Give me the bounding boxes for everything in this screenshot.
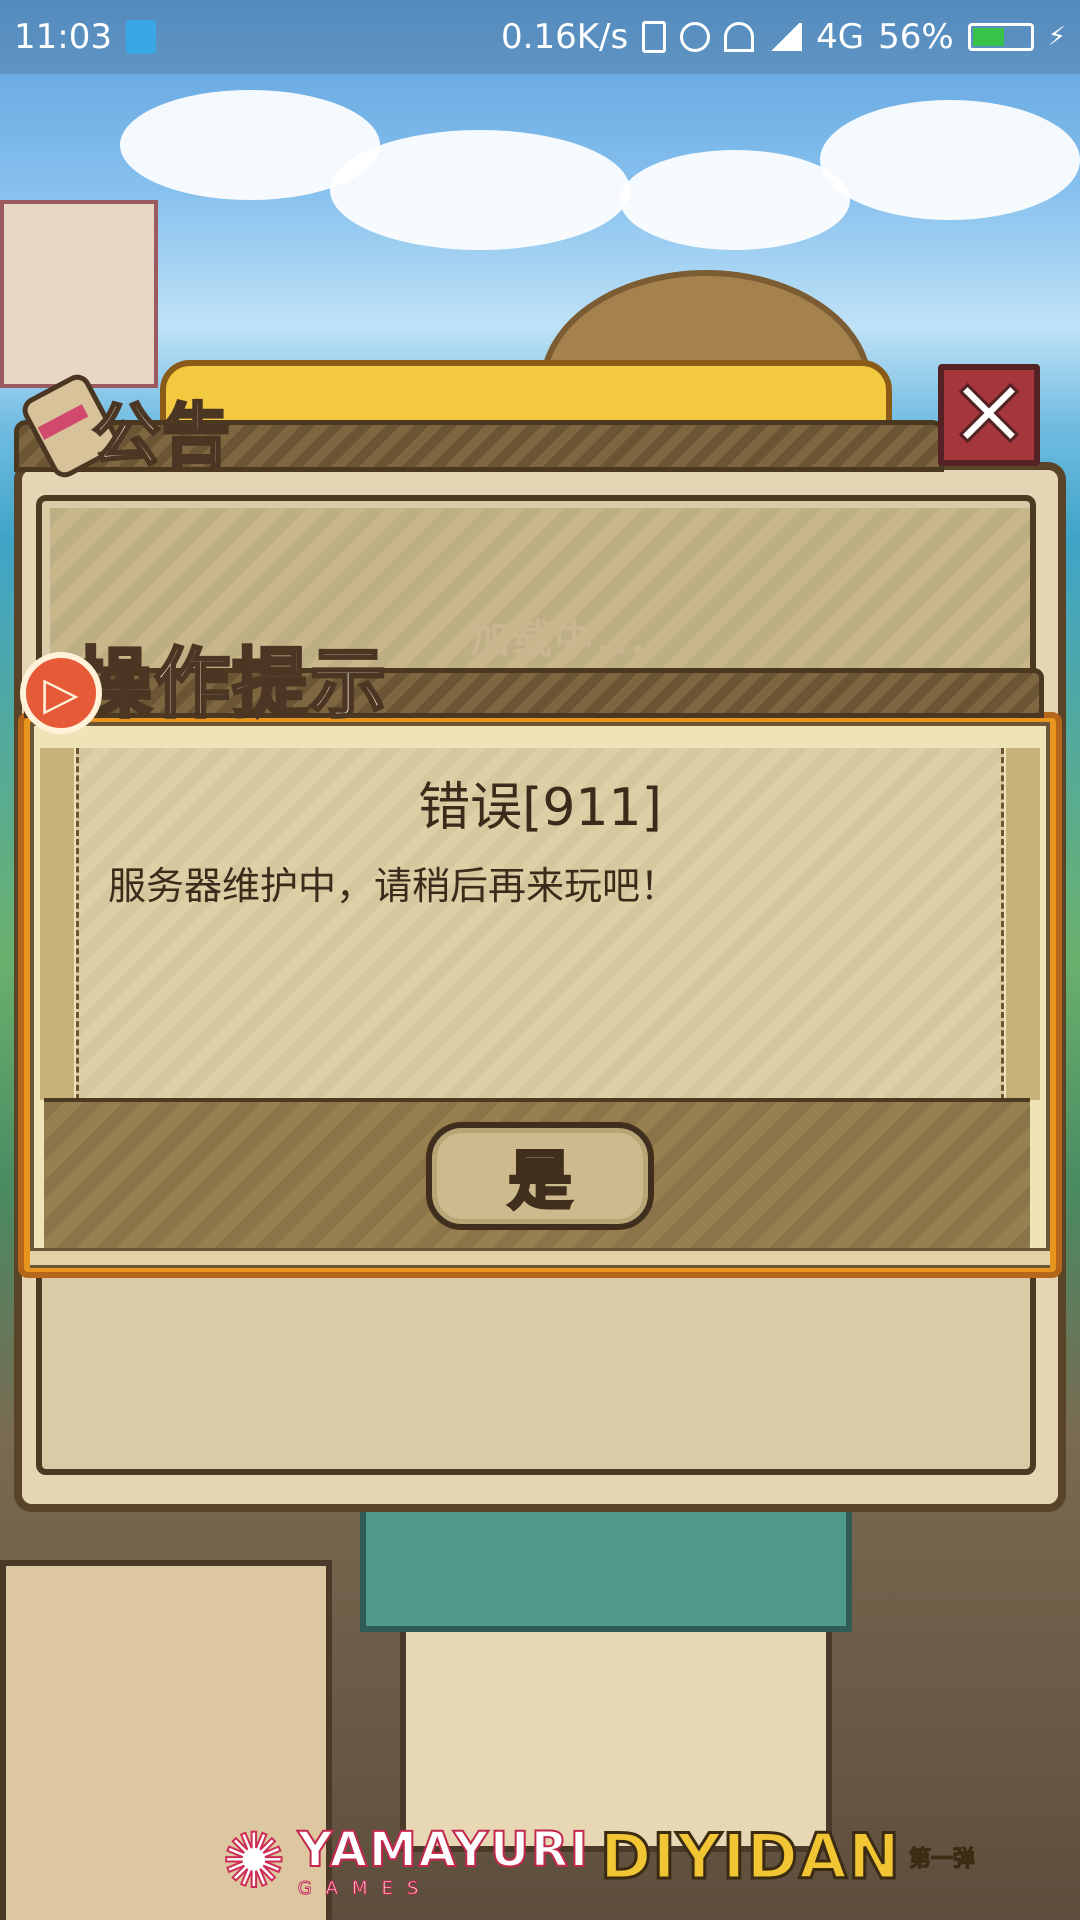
arrow-icon: ▷ xyxy=(43,666,79,720)
announcement-title: 公告 xyxy=(90,395,233,478)
charging-icon: ⚡ xyxy=(1047,22,1066,52)
battery-percent: 56% xyxy=(878,17,954,57)
battery-saver-icon xyxy=(125,20,156,54)
network-type: 4G xyxy=(816,17,865,57)
network-speed: 0.16K/s xyxy=(501,17,629,57)
diyidan-name: DIYIDAN xyxy=(599,1819,902,1895)
close-button[interactable]: ✕ xyxy=(938,364,1040,466)
tip-badge-icon: ▷ xyxy=(20,652,102,734)
status-time: 11:03 xyxy=(14,17,112,57)
game-screen: 11:03 0.16K/s 4G 56% ⚡ 公告 ✕ 加载中... 操作提示 … xyxy=(0,0,1080,1920)
background-cloud xyxy=(620,150,850,250)
vibrate-icon xyxy=(642,21,667,53)
confirm-button[interactable]: 是 xyxy=(426,1122,654,1230)
alarm-icon xyxy=(680,22,711,52)
close-icon: ✕ xyxy=(947,359,1030,471)
battery-icon xyxy=(967,23,1034,51)
background-house xyxy=(0,200,158,388)
yamayuri-logo: ✺ YAMAYURI GAMES xyxy=(221,1815,590,1906)
tip-dialog-rail xyxy=(30,1248,1050,1268)
diyidan-sub: 第一弹 xyxy=(908,1846,975,1872)
wifi-icon xyxy=(724,22,755,52)
loading-text: 加载中... xyxy=(470,617,648,663)
error-message: 服务器维护中，请稍后再来玩吧！ xyxy=(108,864,679,908)
background-cloud xyxy=(820,100,1080,220)
status-bar: 11:03 0.16K/s 4G 56% ⚡ xyxy=(0,0,1080,74)
yamayuri-name: YAMAYURI xyxy=(297,1821,590,1879)
confirm-button-label: 是 xyxy=(507,1144,574,1221)
tip-dialog-title: 操作提示 xyxy=(75,638,388,730)
background-cloud xyxy=(330,130,630,250)
error-title: 错误[911] xyxy=(418,778,662,838)
diyidan-logo: DIYIDAN 第一弹 xyxy=(599,1819,976,1895)
signal-icon xyxy=(768,23,803,51)
flower-icon: ✺ xyxy=(221,1815,287,1906)
battery-level xyxy=(972,28,1004,46)
background-roof xyxy=(360,1500,852,1632)
yamayuri-sub: GAMES xyxy=(297,1878,433,1900)
